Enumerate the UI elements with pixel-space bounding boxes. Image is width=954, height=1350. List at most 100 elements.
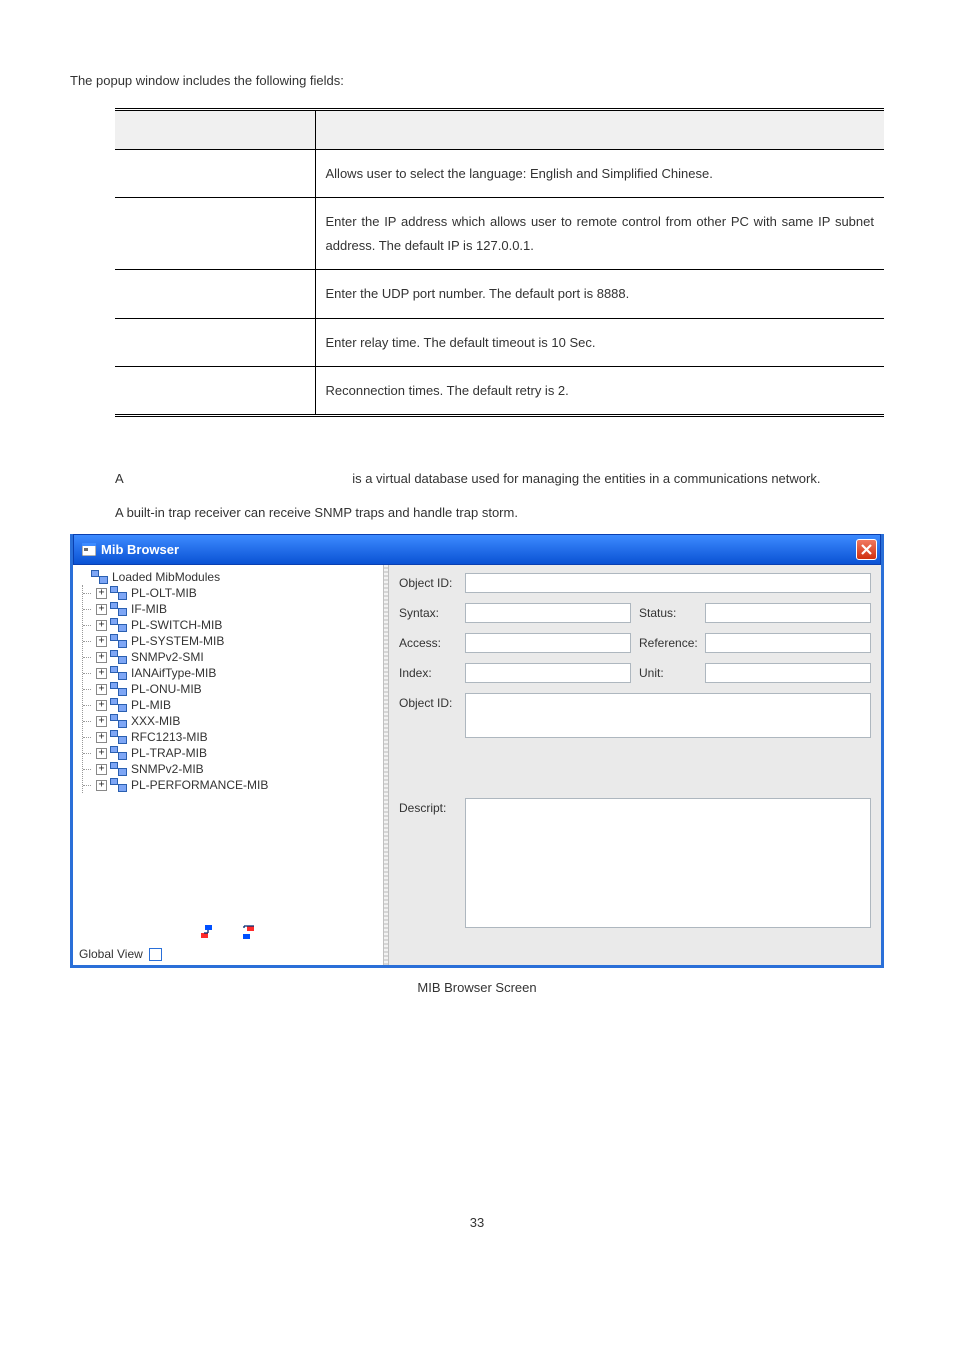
tree-item-label: PL-SYSTEM-MIB [131, 634, 224, 648]
input-index[interactable] [465, 663, 631, 683]
expand-icon[interactable]: + [96, 684, 107, 695]
tree-item[interactable]: + PL-TRAP-MIB [83, 745, 379, 761]
label-object-id: Object ID: [399, 573, 461, 590]
tree-item[interactable]: + PL-PERFORMANCE-MIB [83, 777, 379, 793]
table-row: Enter the IP address which allows user t… [115, 198, 884, 270]
section-paragraph-2: A built-in trap receiver can receive SNM… [115, 501, 884, 524]
fields-header-row [115, 110, 884, 150]
label-unit: Unit: [639, 663, 701, 680]
mib-module-icon [110, 618, 128, 632]
mib-module-icon [110, 666, 128, 680]
tree-item-label: RFC1213-MIB [131, 730, 208, 744]
tree-item[interactable]: + PL-ONU-MIB [83, 681, 379, 697]
tree-item-label: PL-MIB [131, 698, 171, 712]
mib-module-icon [110, 682, 128, 696]
expand-icon[interactable]: + [96, 588, 107, 599]
mib-module-icon [110, 698, 128, 712]
table-row: Enter relay time. The default timeout is… [115, 318, 884, 366]
mib-browser-window: Mib Browser Loaded MibModules +PL-OLT-MI… [70, 534, 884, 968]
input-status[interactable] [705, 603, 871, 623]
field-name-cell [115, 318, 315, 366]
input-reference[interactable] [705, 633, 871, 653]
expand-icon[interactable]: + [96, 652, 107, 663]
label-reference: Reference: [639, 633, 701, 650]
label-descript: Descript: [399, 798, 461, 815]
mib-titlebar: Mib Browser [73, 534, 881, 565]
label-status: Status: [639, 603, 701, 620]
tree-item-label: PL-SWITCH-MIB [131, 618, 222, 632]
tree-item-label: SNMPv2-MIB [131, 762, 204, 776]
tree-item-label: IF-MIB [131, 602, 167, 616]
global-view-row: Global View [73, 943, 383, 965]
expand-icon[interactable]: + [96, 764, 107, 775]
input-access[interactable] [465, 633, 631, 653]
mib-module-icon [110, 602, 128, 616]
field-desc-cell: Enter relay time. The default timeout is… [315, 318, 884, 366]
tree-root[interactable]: Loaded MibModules [77, 569, 379, 585]
field-desc-cell: Reconnection times. The default retry is… [315, 366, 884, 415]
tree-item[interactable]: + RFC1213-MIB [83, 729, 379, 745]
close-button[interactable] [856, 539, 877, 560]
tree-item[interactable]: + SNMPv2-MIB [83, 761, 379, 777]
tree-item[interactable]: + SNMPv2-SMI [83, 649, 379, 665]
tree-item[interactable]: +IANAifType-MIB [83, 665, 379, 681]
label-object-id2: Object ID: [399, 693, 461, 710]
para1-suffix: is a virtual database used for managing … [349, 471, 821, 486]
tree-item[interactable]: +PL-OLT-MIB [83, 585, 379, 601]
expand-icon[interactable]: + [96, 620, 107, 631]
field-desc-cell: Allows user to select the language: Engl… [315, 150, 884, 198]
global-view-label: Global View [79, 947, 143, 961]
page-number: 33 [70, 1215, 884, 1230]
expand-icon[interactable]: + [96, 668, 107, 679]
table-row: Reconnection times. The default retry is… [115, 366, 884, 415]
tree-item[interactable]: + IF-MIB [83, 601, 379, 617]
input-syntax[interactable] [465, 603, 631, 623]
fields-header-col1 [115, 110, 315, 150]
input-object-id[interactable] [465, 573, 871, 593]
tree-item-label: PL-ONU-MIB [131, 682, 202, 696]
tree-item[interactable]: + PL-MIB [83, 697, 379, 713]
toolbar-icon-2[interactable] [239, 923, 257, 941]
mib-module-icon [110, 634, 128, 648]
expand-icon[interactable]: + [96, 716, 107, 727]
expand-icon[interactable]: + [96, 732, 107, 743]
tree-item[interactable]: + PL-SYSTEM-MIB [83, 633, 379, 649]
field-desc-cell: Enter the IP address which allows user t… [315, 198, 884, 270]
tree-item-label: SNMPv2-SMI [131, 650, 204, 664]
table-row: Allows user to select the language: Engl… [115, 150, 884, 198]
window-icon [82, 543, 96, 556]
toolbar-icon-1[interactable] [199, 923, 217, 941]
field-name-cell [115, 366, 315, 415]
table-row: Enter the UDP port number. The default p… [115, 270, 884, 318]
mib-module-icon [110, 730, 128, 744]
label-index: Index: [399, 663, 461, 680]
close-icon [861, 544, 872, 555]
tree-item-label: PL-PERFORMANCE-MIB [131, 778, 268, 792]
tree-item-label: PL-TRAP-MIB [131, 746, 207, 760]
input-descript[interactable] [465, 798, 871, 928]
mib-module-icon [110, 762, 128, 776]
field-name-cell [115, 198, 315, 270]
section-paragraph-1: A is a virtual database used for managin… [115, 467, 884, 490]
figure-caption: MIB Browser Screen [70, 980, 884, 995]
mib-title: Mib Browser [101, 542, 179, 557]
mib-module-icon [110, 778, 128, 792]
tree-item[interactable]: + PL-SWITCH-MIB [83, 617, 379, 633]
expand-icon[interactable]: + [96, 780, 107, 791]
global-view-checkbox[interactable] [149, 948, 162, 961]
expand-icon[interactable]: + [96, 604, 107, 615]
field-name-cell [115, 150, 315, 198]
expand-icon[interactable]: + [96, 636, 107, 647]
mib-module-icon [110, 746, 128, 760]
tree-toolbar [73, 921, 383, 943]
input-unit[interactable] [705, 663, 871, 683]
expand-icon[interactable]: + [96, 700, 107, 711]
fields-header-col2 [315, 110, 884, 150]
input-object-id2[interactable] [465, 693, 871, 738]
field-name-cell [115, 270, 315, 318]
intro-text: The popup window includes the following … [70, 73, 884, 88]
tree-panel: Loaded MibModules +PL-OLT-MIB+IF-MIB+PL-… [73, 565, 383, 965]
expand-icon[interactable]: + [96, 748, 107, 759]
mib-module-icon [91, 570, 109, 584]
tree-item[interactable]: +XXX-MIB [83, 713, 379, 729]
